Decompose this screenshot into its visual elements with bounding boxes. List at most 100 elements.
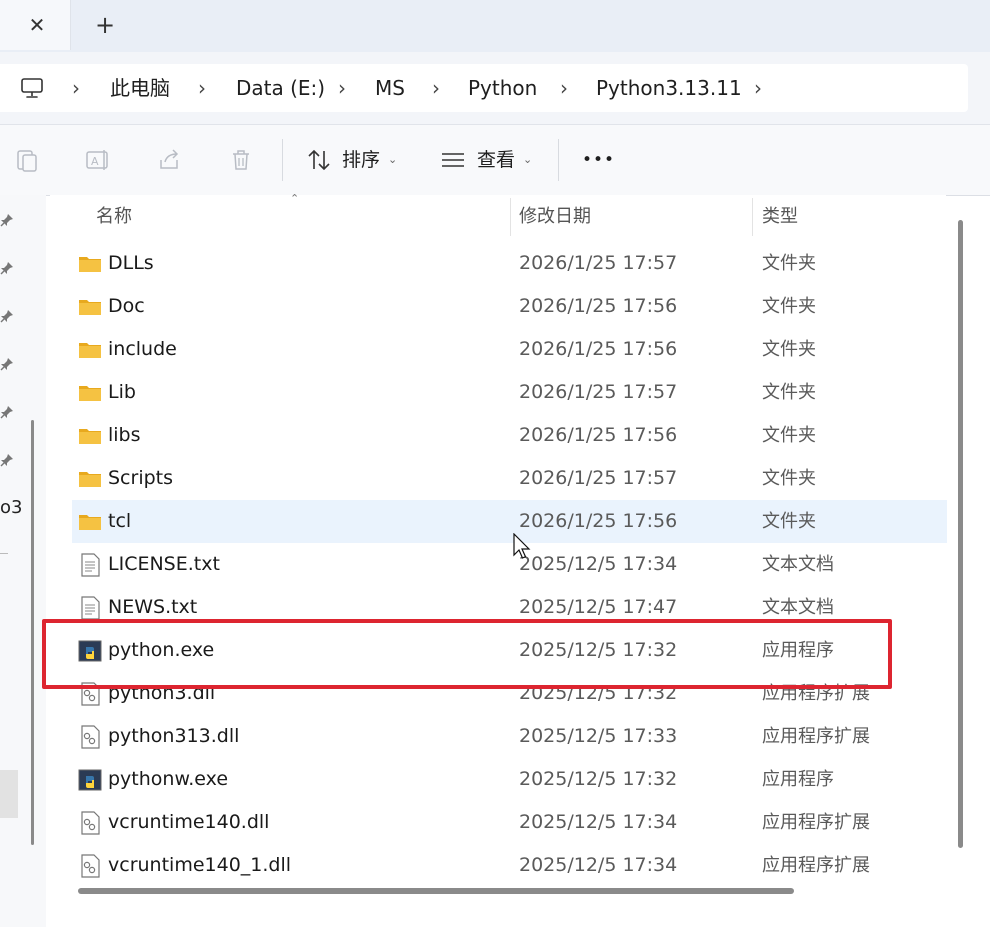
navigation-pane-scrollbar[interactable] bbox=[31, 420, 34, 845]
pin-icon[interactable] bbox=[0, 261, 14, 275]
rename-icon[interactable]: A bbox=[85, 147, 111, 173]
text-file-icon bbox=[81, 553, 100, 577]
file-type: 应用程序扩展 bbox=[762, 726, 870, 747]
file-type: 文件夹 bbox=[762, 511, 816, 532]
vertical-scrollbar[interactable] bbox=[958, 220, 963, 848]
pin-icon[interactable] bbox=[0, 213, 14, 227]
dll-file-icon bbox=[81, 854, 100, 878]
file-row[interactable]: Lib 2026/1/25 17:57 文件夹 bbox=[72, 371, 947, 414]
file-row[interactable]: tcl 2026/1/25 17:56 文件夹 bbox=[72, 500, 947, 543]
column-header-name[interactable]: 名称 bbox=[96, 204, 132, 230]
file-row[interactable]: pythonw.exe 2025/12/5 17:32 应用程序 bbox=[72, 758, 947, 801]
column-divider[interactable] bbox=[752, 198, 753, 236]
breadcrumb-this-pc[interactable]: 此电脑 bbox=[110, 64, 170, 112]
file-type: 文本文档 bbox=[762, 554, 834, 575]
dll-file-icon bbox=[81, 725, 100, 749]
sort-ascending-icon: ⌃ bbox=[290, 192, 300, 205]
breadcrumb-chevron-icon[interactable]: › bbox=[754, 64, 762, 112]
toolbar-separator bbox=[558, 139, 559, 181]
paste-icon[interactable] bbox=[14, 147, 40, 173]
breadcrumb-chevron-icon[interactable]: › bbox=[432, 64, 440, 112]
file-date-modified: 2026/1/25 17:56 bbox=[519, 295, 678, 317]
view-button[interactable]: 查看 bbox=[477, 147, 515, 173]
horizontal-scrollbar[interactable] bbox=[78, 888, 794, 894]
file-type: 文件夹 bbox=[762, 296, 816, 317]
breadcrumb-python[interactable]: Python bbox=[468, 64, 537, 112]
file-row[interactable]: Scripts 2026/1/25 17:57 文件夹 bbox=[72, 457, 947, 500]
view-icon[interactable] bbox=[440, 147, 466, 173]
command-bar: A 排序 ⌄ 查看 ⌄ ••• bbox=[0, 124, 990, 196]
file-name: python313.dll bbox=[108, 725, 240, 747]
file-row[interactable]: vcruntime140.dll 2025/12/5 17:34 应用程序扩展 bbox=[72, 801, 947, 844]
file-row[interactable]: DLLs 2026/1/25 17:57 文件夹 bbox=[72, 242, 947, 285]
file-row[interactable]: LICENSE.txt 2025/12/5 17:34 文本文档 bbox=[72, 543, 947, 586]
mouse-cursor-icon bbox=[513, 533, 531, 559]
file-row[interactable]: libs 2026/1/25 17:56 文件夹 bbox=[72, 414, 947, 457]
pin-icon[interactable] bbox=[0, 453, 14, 467]
file-row[interactable]: Doc 2026/1/25 17:56 文件夹 bbox=[72, 285, 947, 328]
nav-divider bbox=[0, 553, 8, 554]
file-date-modified: 2025/12/5 17:34 bbox=[519, 553, 678, 575]
annotation-highlight-box bbox=[42, 619, 892, 689]
nav-selected-item[interactable] bbox=[0, 770, 18, 818]
file-name: include bbox=[108, 338, 177, 360]
file-date-modified: 2025/12/5 17:32 bbox=[519, 768, 678, 790]
delete-icon[interactable] bbox=[228, 147, 254, 173]
breadcrumb-chevron-icon[interactable]: › bbox=[198, 64, 206, 112]
breadcrumb-ms[interactable]: MS bbox=[375, 64, 405, 112]
nav-item-truncated-label[interactable]: o3 bbox=[0, 497, 22, 518]
file-type: 应用程序 bbox=[762, 769, 834, 790]
column-header-type[interactable]: 类型 bbox=[762, 204, 798, 230]
file-row[interactable]: python313.dll 2025/12/5 17:33 应用程序扩展 bbox=[72, 715, 947, 758]
file-row[interactable]: include 2026/1/25 17:56 文件夹 bbox=[72, 328, 947, 371]
file-name: Scripts bbox=[108, 467, 174, 489]
breadcrumb-data-drive[interactable]: Data (E:) bbox=[236, 64, 325, 112]
tab-strip bbox=[0, 0, 990, 52]
this-pc-icon[interactable] bbox=[20, 76, 44, 100]
file-type: 应用程序扩展 bbox=[762, 855, 870, 876]
breadcrumb-chevron-icon[interactable]: › bbox=[560, 64, 568, 112]
breadcrumb-python3-13-11[interactable]: Python3.13.11 bbox=[596, 64, 742, 112]
folder-icon bbox=[79, 300, 101, 315]
file-row[interactable]: vcruntime140_1.dll 2025/12/5 17:34 应用程序扩展 bbox=[72, 844, 947, 887]
new-tab-icon[interactable]: + bbox=[92, 12, 118, 38]
file-date-modified: 2025/12/5 17:34 bbox=[519, 811, 678, 833]
file-type: 应用程序扩展 bbox=[762, 812, 870, 833]
file-name: vcruntime140_1.dll bbox=[108, 854, 292, 876]
toolbar-separator bbox=[282, 139, 283, 181]
file-name: Doc bbox=[108, 295, 145, 317]
file-name: libs bbox=[108, 424, 141, 446]
folder-icon bbox=[79, 343, 101, 358]
folder-icon bbox=[79, 472, 101, 487]
sort-chevron-down-icon[interactable]: ⌄ bbox=[388, 147, 397, 173]
folder-icon bbox=[79, 386, 101, 401]
file-type: 文件夹 bbox=[762, 339, 816, 360]
view-chevron-down-icon[interactable]: ⌄ bbox=[523, 147, 532, 173]
file-type: 文件夹 bbox=[762, 253, 816, 274]
file-date-modified: 2026/1/25 17:56 bbox=[519, 510, 678, 532]
sort-button[interactable]: 排序 bbox=[342, 147, 380, 173]
close-tab-icon[interactable]: ✕ bbox=[24, 12, 50, 38]
file-date-modified: 2026/1/25 17:57 bbox=[519, 381, 678, 403]
column-divider[interactable] bbox=[510, 198, 511, 236]
dll-file-icon bbox=[81, 811, 100, 835]
file-date-modified: 2025/12/5 17:33 bbox=[519, 725, 678, 747]
python-exe-icon bbox=[78, 769, 102, 791]
file-name: vcruntime140.dll bbox=[108, 811, 270, 833]
address-bar[interactable]: › 此电脑 › Data (E:) › MS › Python › Python… bbox=[0, 64, 968, 112]
sort-icon[interactable] bbox=[306, 147, 332, 173]
pin-icon[interactable] bbox=[0, 405, 14, 419]
pin-icon[interactable] bbox=[0, 357, 14, 371]
share-icon[interactable] bbox=[157, 147, 183, 173]
column-header-date-modified[interactable]: 修改日期 bbox=[519, 204, 591, 230]
pin-icon[interactable] bbox=[0, 309, 14, 323]
breadcrumb-chevron-icon[interactable]: › bbox=[72, 64, 80, 112]
svg-text:A: A bbox=[91, 155, 99, 168]
file-date-modified: 2026/1/25 17:57 bbox=[519, 252, 678, 274]
file-date-modified: 2026/1/25 17:56 bbox=[519, 424, 678, 446]
breadcrumb-chevron-icon[interactable]: › bbox=[338, 64, 346, 112]
file-name: LICENSE.txt bbox=[108, 553, 220, 575]
more-options-button[interactable]: ••• bbox=[582, 147, 615, 173]
file-type: 文件夹 bbox=[762, 382, 816, 403]
file-name: Lib bbox=[108, 381, 136, 403]
